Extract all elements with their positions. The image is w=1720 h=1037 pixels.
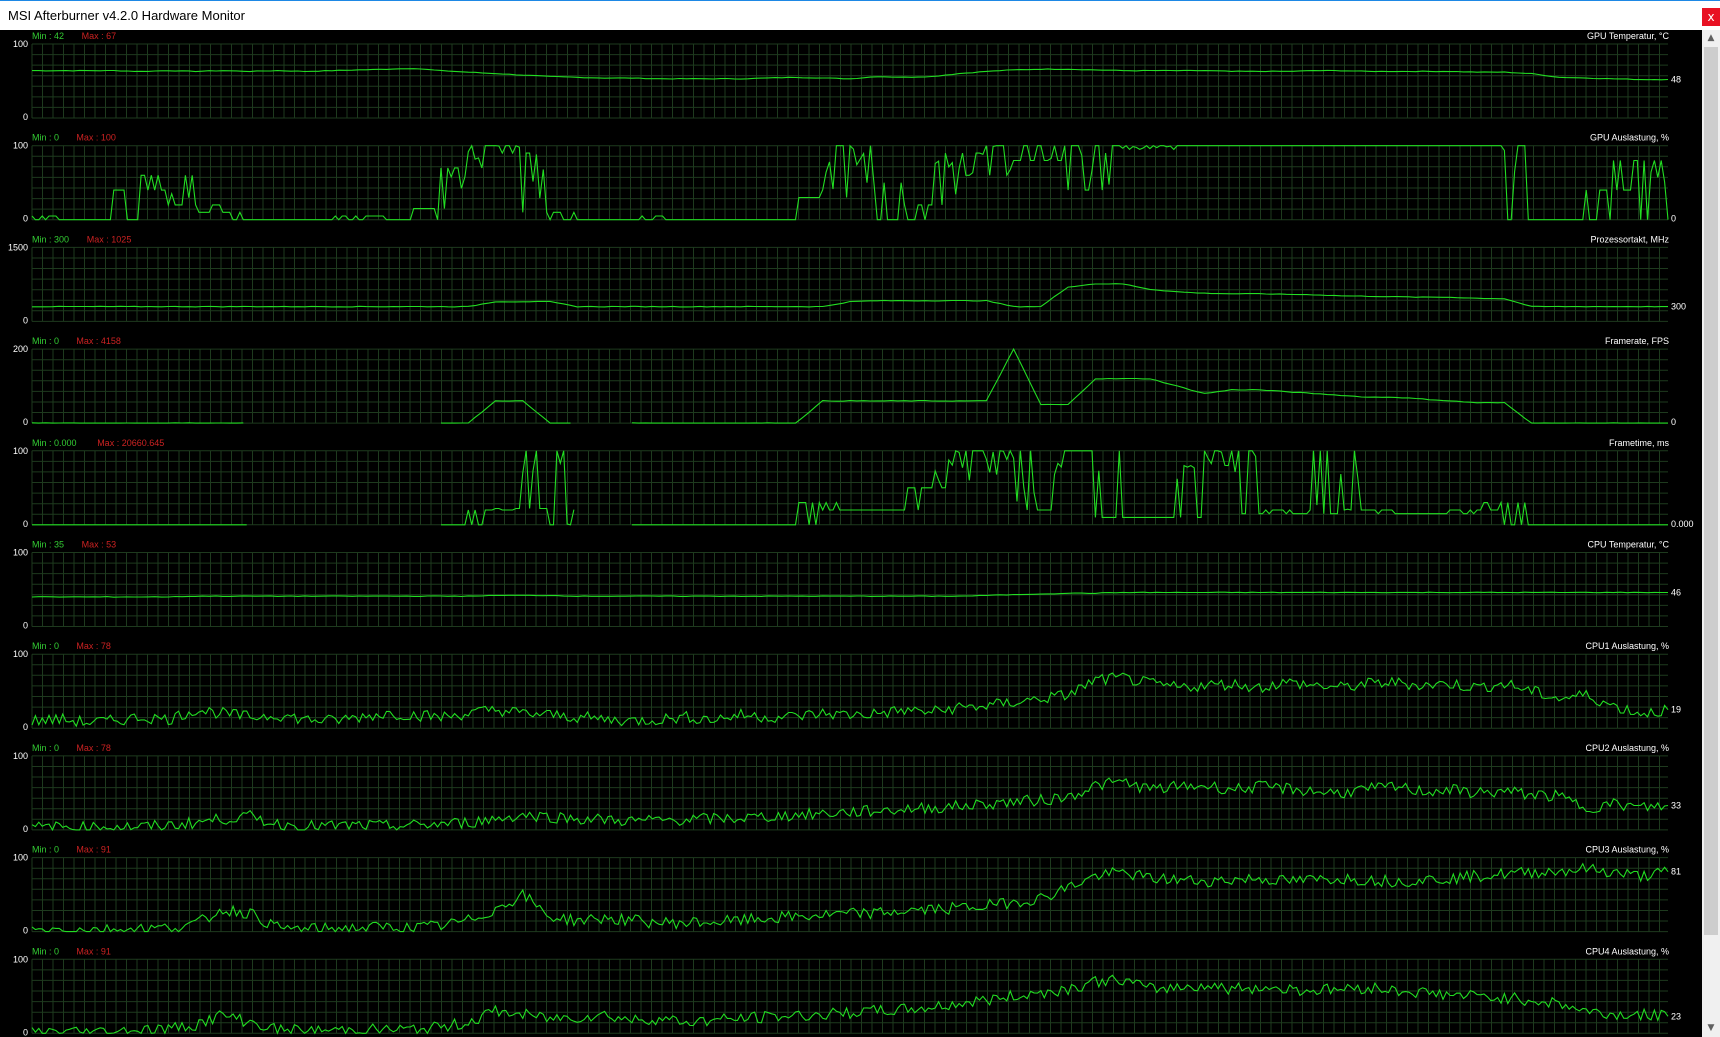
graph-panel-6: Min : 35 Max : 53 CPU Temperatur, °C 100 0 46 (13, 540, 1681, 631)
data-trace (31, 974, 1669, 1035)
graph-title: CPU3 Auslastung, % (1585, 845, 1669, 855)
y-axis-max-label: 100 (13, 446, 28, 456)
max-label: Max : 78 (76, 641, 111, 651)
graph-title: Prozessortakt, MHz (1590, 234, 1669, 244)
current-value-label: 81 (1671, 867, 1681, 877)
min-label: Min : 35 (32, 540, 64, 550)
graph-grid (31, 348, 1668, 424)
graph-title: CPU1 Auslastung, % (1585, 641, 1669, 651)
data-trace (31, 672, 1669, 728)
y-axis-min-label: 0 (23, 824, 28, 834)
max-label: Max : 91 (76, 845, 111, 855)
graph-title: CPU2 Auslastung, % (1585, 743, 1669, 753)
y-axis-max-label: 100 (13, 751, 28, 761)
current-value-label: 19 (1671, 705, 1681, 715)
graph-panel-8: Min : 0 Max : 78 CPU2 Auslastung, % 100 0 33 (13, 743, 1681, 834)
y-axis-min-label: 0 (23, 417, 28, 427)
data-trace (32, 283, 1668, 308)
y-axis-min-label: 0 (23, 315, 28, 325)
graph-panel-3: Min : 300 Max : 1025 Prozessortakt, MHz 150… (8, 234, 1686, 325)
min-label: Min : 0 (32, 946, 59, 956)
graph-title: GPU Temperatur, °C (1587, 31, 1669, 41)
y-axis-max-label: 1500 (8, 242, 28, 252)
current-value-label: 33 (1671, 801, 1681, 811)
graph-grid (31, 857, 1668, 933)
hardware-monitor: Min : 42 Max : 67 GPU Temperatur, °C 100 0 48… (0, 30, 1702, 1037)
y-axis-min-label: 0 (23, 1027, 28, 1037)
min-label: Min : 0 (32, 336, 59, 346)
graph-panel-4: Min : 0 Max : 4158 Framerate, FPS 200 0 0 (13, 336, 1676, 427)
graph-title: Frametime, ms (1609, 438, 1670, 448)
graph-grid (31, 43, 1668, 119)
graph-panel-2: Min : 0 Max : 100 GPU Auslastung, % 100 0 0 (13, 133, 1676, 224)
current-value-label: 23 (1671, 1011, 1681, 1021)
min-label: Min : 42 (32, 31, 64, 41)
y-axis-max-label: 100 (13, 141, 28, 151)
max-label: Max : 100 (76, 133, 116, 143)
y-axis-min-label: 0 (23, 214, 28, 224)
min-label: Min : 0 (32, 641, 59, 651)
y-axis-min-label: 0 (23, 519, 28, 529)
min-label: Min : 0 (32, 743, 59, 753)
current-value-label: 46 (1671, 588, 1681, 598)
graph-grid (31, 958, 1668, 1034)
y-axis-min-label: 0 (23, 112, 28, 122)
y-axis-min-label: 0 (23, 722, 28, 732)
y-axis-max-label: 100 (13, 853, 28, 863)
title-bar: MSI Afterburner v4.2.0 Hardware Monitor … (0, 0, 1720, 30)
y-axis-max-label: 100 (13, 39, 28, 49)
max-label: Max : 4158 (76, 336, 121, 346)
graph-title: CPU Temperatur, °C (1588, 540, 1670, 550)
graph-grid (31, 552, 1668, 627)
data-trace (31, 777, 1669, 832)
graph-grid (31, 246, 1668, 322)
max-label: Max : 91 (76, 946, 111, 956)
graph-title: GPU Auslastung, % (1590, 133, 1669, 143)
max-label: Max : 67 (82, 31, 117, 41)
y-axis-min-label: 0 (23, 621, 28, 631)
y-axis-max-label: 100 (13, 649, 28, 659)
max-label: Max : 78 (76, 743, 111, 753)
y-axis-max-label: 200 (13, 344, 28, 354)
y-axis-max-label: 100 (13, 954, 28, 964)
close-button[interactable]: x (1702, 8, 1720, 26)
graph-panel-10: Min : 0 Max : 91 CPU4 Auslastung, % 100 0 23 (13, 946, 1681, 1037)
graph-panel-1: Min : 42 Max : 67 GPU Temperatur, °C 100 0 48 (13, 31, 1681, 122)
graph-title: CPU4 Auslastung, % (1585, 946, 1669, 956)
graph-grid (31, 653, 1668, 729)
vertical-scrollbar[interactable]: ▲ ▼ (1702, 30, 1720, 1037)
scroll-thumb[interactable] (1704, 47, 1718, 935)
max-label: Max : 1025 (87, 234, 132, 244)
graph-panel-9: Min : 0 Max : 91 CPU3 Auslastung, % 100 0 81 (13, 845, 1681, 936)
min-label: Min : 0 (32, 133, 59, 143)
current-value-label: 300 (1671, 302, 1686, 312)
min-label: Min : 300 (32, 234, 69, 244)
y-axis-min-label: 0 (23, 926, 28, 936)
current-value-label: 0 (1671, 417, 1676, 427)
scroll-down-button[interactable]: ▼ (1702, 1020, 1720, 1037)
graph-panel-5: Min : 0.000 Max : 20660.645 Frametime, ms 1… (13, 438, 1694, 529)
current-value-label: 0 (1671, 214, 1676, 224)
graph-panel-7: Min : 0 Max : 78 CPU1 Auslastung, % 100 0 19 (13, 641, 1681, 732)
max-label: Max : 20660.645 (97, 438, 164, 448)
data-trace (32, 68, 1669, 81)
graph-grid (31, 145, 1668, 221)
scroll-up-button[interactable]: ▲ (1702, 30, 1720, 47)
y-axis-max-label: 100 (13, 548, 28, 558)
min-label: Min : 0 (32, 845, 59, 855)
window-title: MSI Afterburner v4.2.0 Hardware Monitor (8, 8, 245, 23)
graph-title: Framerate, FPS (1605, 336, 1669, 346)
current-value-label: 48 (1671, 75, 1681, 85)
monitor-graphs: Min : 42 Max : 67 GPU Temperatur, °C 100 0 48… (8, 31, 1694, 1037)
max-label: Max : 53 (82, 540, 117, 550)
current-value-label: 0.000 (1671, 519, 1694, 529)
min-label: Min : 0.000 (32, 438, 77, 448)
